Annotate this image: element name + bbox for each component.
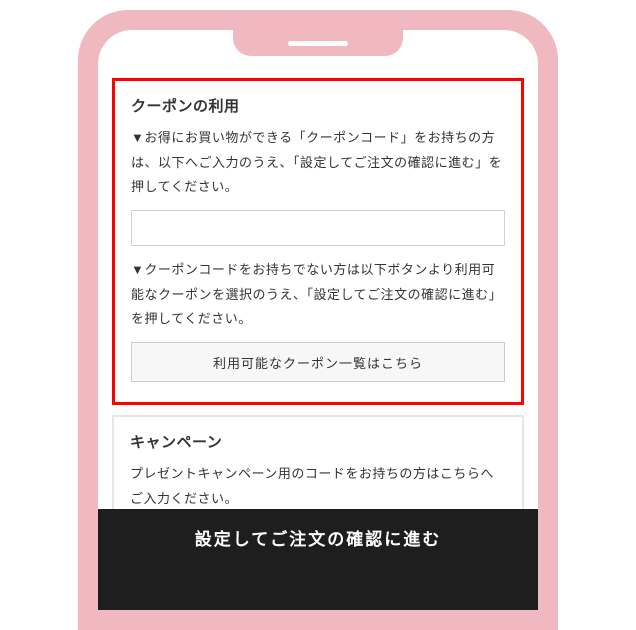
coupon-instruction-2: ▼クーポンコードをお持ちでない方は以下ボタンより利用可能なクーポンを選択のうえ、… <box>131 258 505 332</box>
bottom-action-bar: 設定してご注文の確認に進む <box>98 509 538 610</box>
screen-content: クーポンの利用 ▼お得にお買い物ができる「クーポンコード」をお持ちの方は、以下へ… <box>98 68 538 610</box>
coupon-list-button[interactable]: 利用可能なクーポン一覧はこちら <box>131 342 505 382</box>
campaign-instruction: プレゼントキャンペーン用のコードをお持ちの方はこちらへご入力ください。 <box>130 462 506 511</box>
coupon-code-input[interactable] <box>131 210 505 246</box>
phone-speaker <box>288 41 348 46</box>
phone-frame: クーポンの利用 ▼お得にお買い物ができる「クーポンコード」をお持ちの方は、以下へ… <box>78 10 558 630</box>
proceed-button[interactable]: 設定してご注文の確認に進む <box>122 525 514 550</box>
coupon-section-title: クーポンの利用 <box>131 95 505 116</box>
campaign-section-title: キャンペーン <box>130 431 506 452</box>
phone-screen: クーポンの利用 ▼お得にお買い物ができる「クーポンコード」をお持ちの方は、以下へ… <box>98 30 538 610</box>
coupon-section: クーポンの利用 ▼お得にお買い物ができる「クーポンコード」をお持ちの方は、以下へ… <box>112 78 524 405</box>
coupon-instruction-1: ▼お得にお買い物ができる「クーポンコード」をお持ちの方は、以下へご入力のうえ、「… <box>131 126 505 200</box>
phone-notch <box>233 30 403 56</box>
